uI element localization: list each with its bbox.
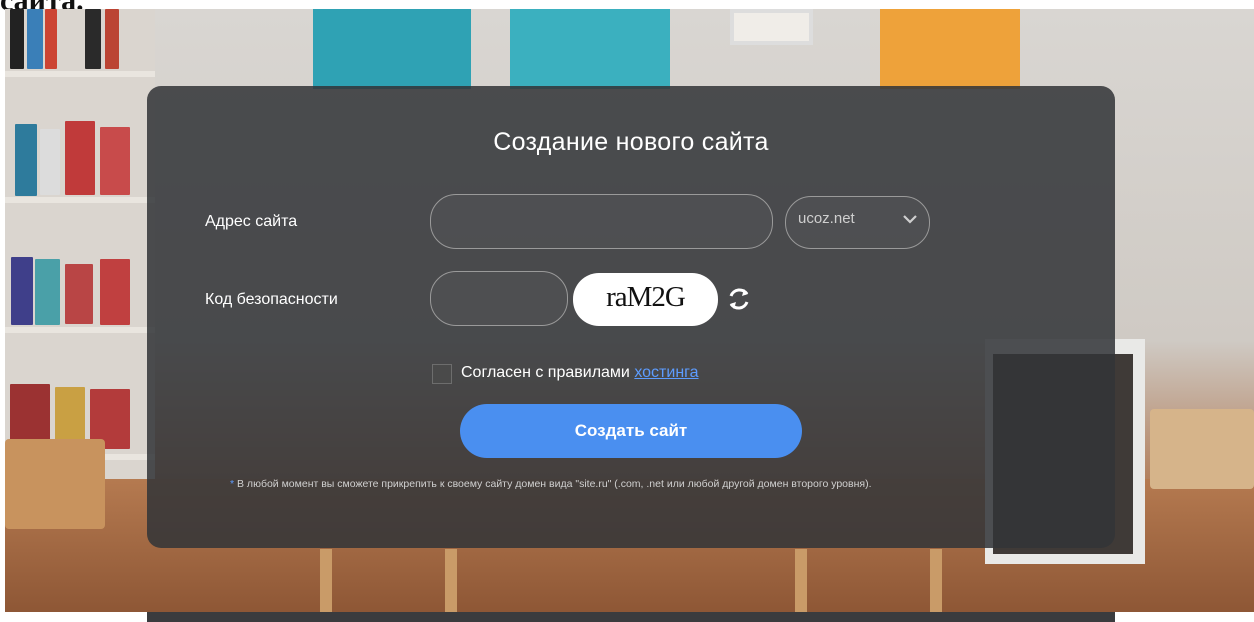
- hosting-rules-link[interactable]: хостинга: [634, 364, 698, 381]
- agree-checkbox[interactable]: [432, 364, 452, 384]
- refresh-icon[interactable]: [725, 285, 753, 313]
- captcha-image: raM2G: [573, 273, 718, 326]
- security-code-input[interactable]: [430, 271, 568, 326]
- create-site-dialog: Создание нового сайта Адрес сайта ucoz.n…: [147, 86, 1115, 548]
- domain-select-value: ucoz.net: [798, 210, 855, 227]
- agree-label: Согласен с правилами хостинга: [461, 364, 699, 381]
- security-code-label: Код безопасности: [205, 291, 338, 308]
- dialog-title: Создание нового сайта: [493, 128, 769, 156]
- site-address-input[interactable]: [430, 194, 773, 249]
- captcha-text: raM2G: [606, 281, 686, 313]
- chevron-down-icon: [903, 215, 917, 224]
- site-address-label: Адрес сайта: [205, 213, 298, 230]
- create-site-button[interactable]: Создать сайт: [460, 404, 802, 458]
- domain-select[interactable]: ucoz.net: [785, 196, 930, 249]
- domain-note: * В любой момент вы сможете прикрепить к…: [230, 478, 872, 490]
